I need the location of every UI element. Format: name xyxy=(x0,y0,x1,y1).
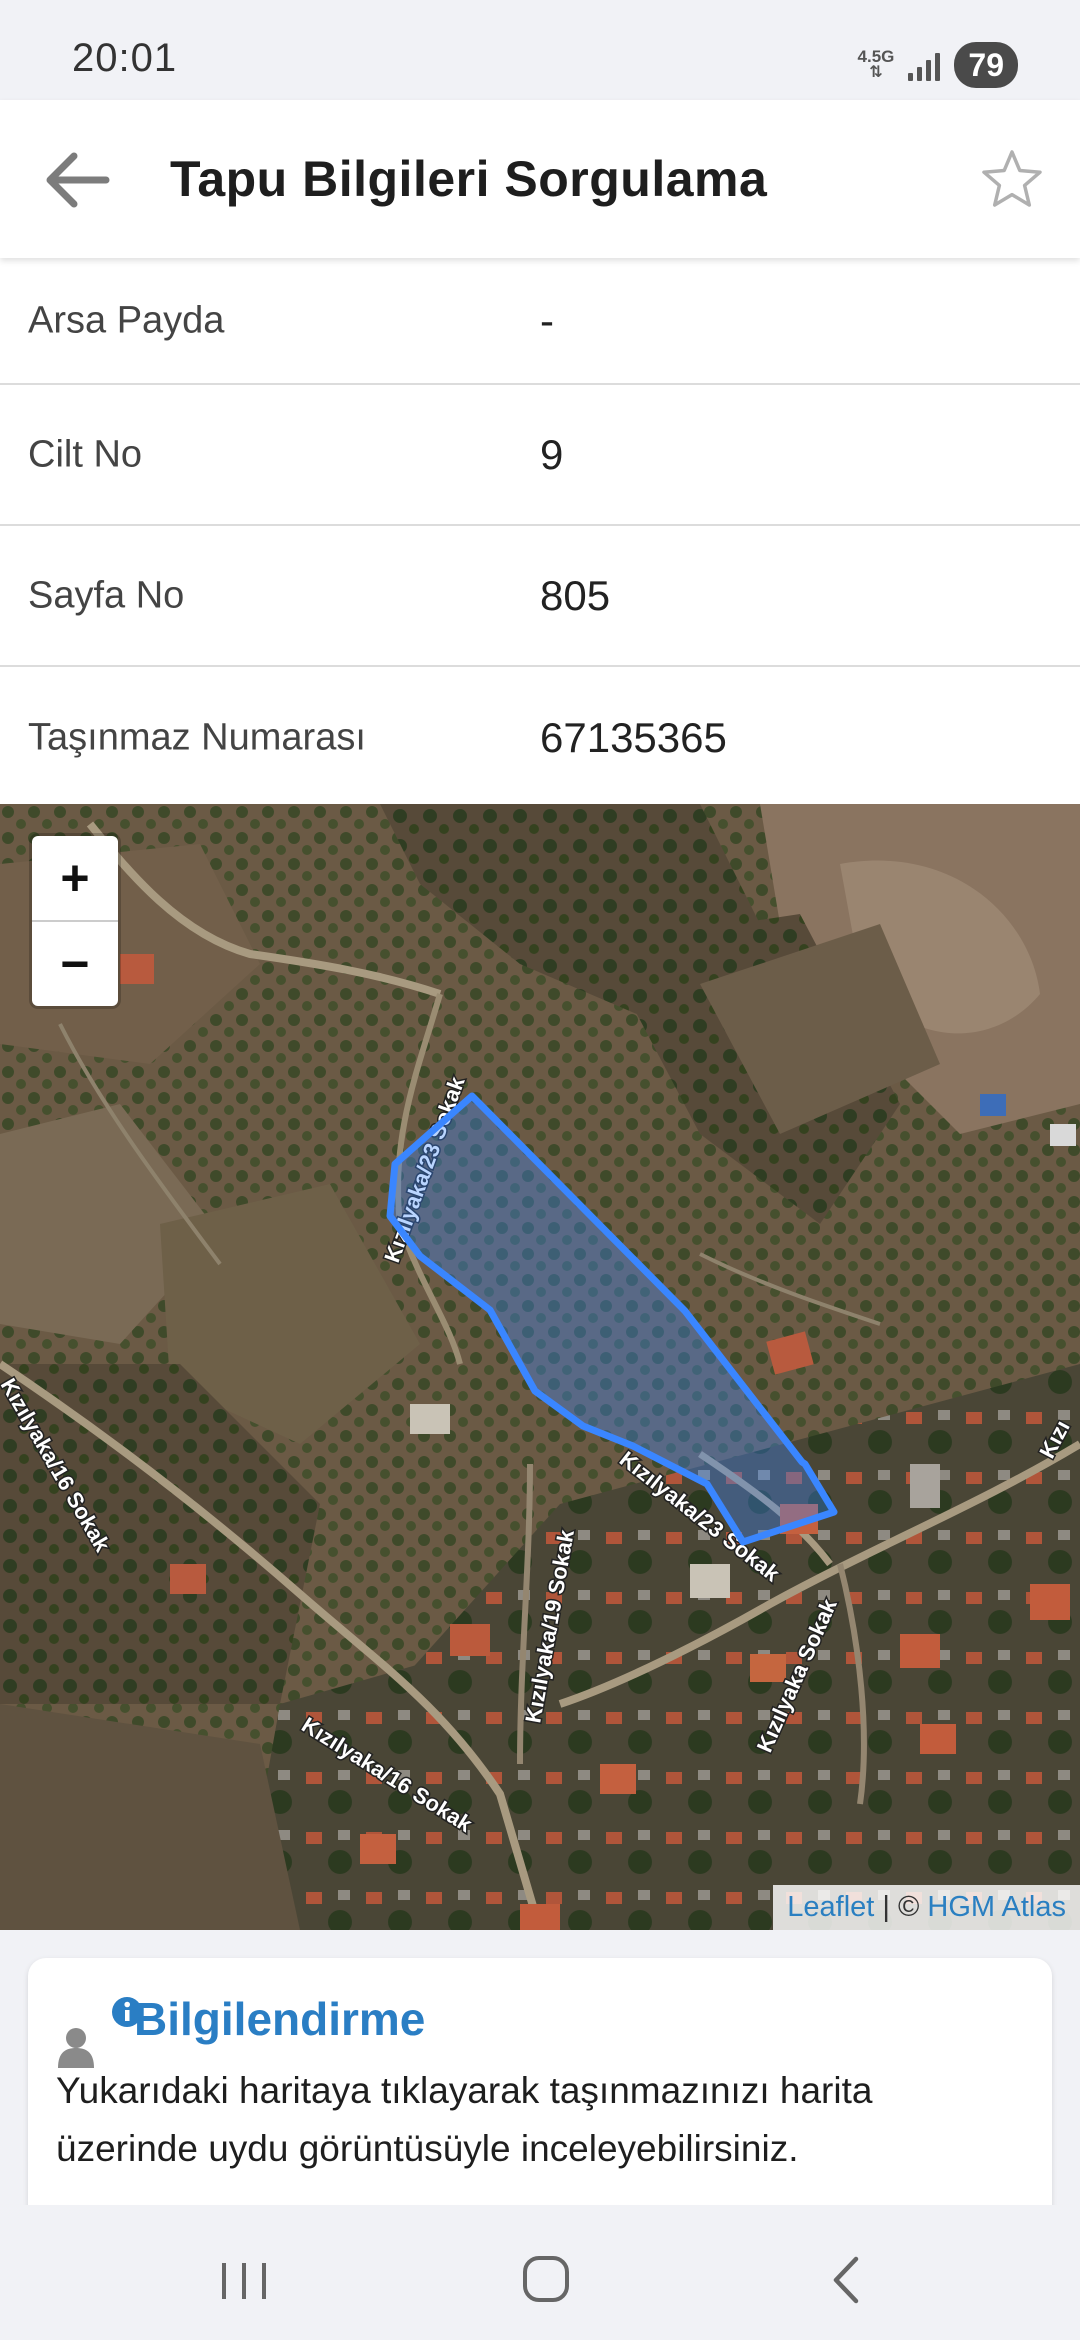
field-label: Sayfa No xyxy=(28,574,185,616)
field-row-cilt-no: Cilt No 9 xyxy=(0,385,1080,526)
system-navigation-bar xyxy=(0,2205,1080,2340)
recents-icon xyxy=(222,2263,266,2299)
home-icon xyxy=(523,2256,569,2302)
home-button[interactable] xyxy=(505,2245,585,2315)
app-bar: Tapu Bilgileri Sorgulama xyxy=(0,100,1080,258)
favorite-button[interactable] xyxy=(978,146,1046,214)
field-label: Taşınmaz Numarası xyxy=(28,716,366,759)
field-value: 805 xyxy=(540,571,611,619)
arrow-left-icon xyxy=(46,152,110,208)
zoom-in-button[interactable]: + xyxy=(32,836,118,920)
nav-back-button[interactable] xyxy=(806,2245,886,2315)
map-attribution: Leaflet | © HGM Atlas xyxy=(773,1885,1080,1930)
field-row-tasinmaz-numarasi: Taşınmaz Numarası 67135365 xyxy=(0,667,1080,809)
hgm-atlas-link[interactable]: HGM Atlas xyxy=(927,1891,1066,1923)
field-value: 67135365 xyxy=(540,714,727,761)
field-label: Cilt No xyxy=(28,433,143,475)
battery-indicator: 79 xyxy=(954,42,1018,88)
attribution-separator: | © xyxy=(874,1891,928,1923)
field-row-arsa-payda: Arsa Payda - xyxy=(0,258,1080,385)
satellite-map[interactable]: Kızılyaka/23 Sokak Kızılyaka/23 Sokak Kı… xyxy=(0,804,1080,1930)
zoom-out-button[interactable]: − xyxy=(32,920,118,1006)
signal-icon xyxy=(908,49,941,81)
info-card-title: Bilgilendirme xyxy=(134,1993,426,2045)
status-time: 20:01 xyxy=(72,36,178,80)
back-button[interactable] xyxy=(36,140,120,220)
status-bar: 20:01 4.5G ⇅ 79 xyxy=(0,0,1080,100)
status-icons: 4.5G ⇅ 79 xyxy=(858,42,1018,88)
field-value: - xyxy=(540,296,554,344)
zoom-control: + − xyxy=(32,836,118,1006)
leaflet-link[interactable]: Leaflet xyxy=(787,1891,874,1923)
field-label: Arsa Payda xyxy=(28,299,225,341)
network-indicator: 4.5G ⇅ xyxy=(858,48,895,81)
recents-button[interactable] xyxy=(204,2245,284,2315)
field-row-sayfa-no: Sayfa No 805 xyxy=(0,526,1080,667)
property-details: Arsa Payda - Cilt No 9 Sayfa No 805 Taşı… xyxy=(0,258,1080,809)
data-arrows-icon: ⇅ xyxy=(869,64,883,81)
info-card-text: Yukarıdaki haritaya tıklayarak taşınmazı… xyxy=(56,2070,873,2169)
field-value: 9 xyxy=(540,430,564,478)
page-title: Tapu Bilgileri Sorgulama xyxy=(170,151,768,207)
star-outline-icon xyxy=(982,150,1042,207)
satellite-imagery[interactable]: Kızılyaka/23 Sokak Kızılyaka/23 Sokak Kı… xyxy=(0,804,1080,1930)
nav-back-icon xyxy=(833,2256,859,2304)
